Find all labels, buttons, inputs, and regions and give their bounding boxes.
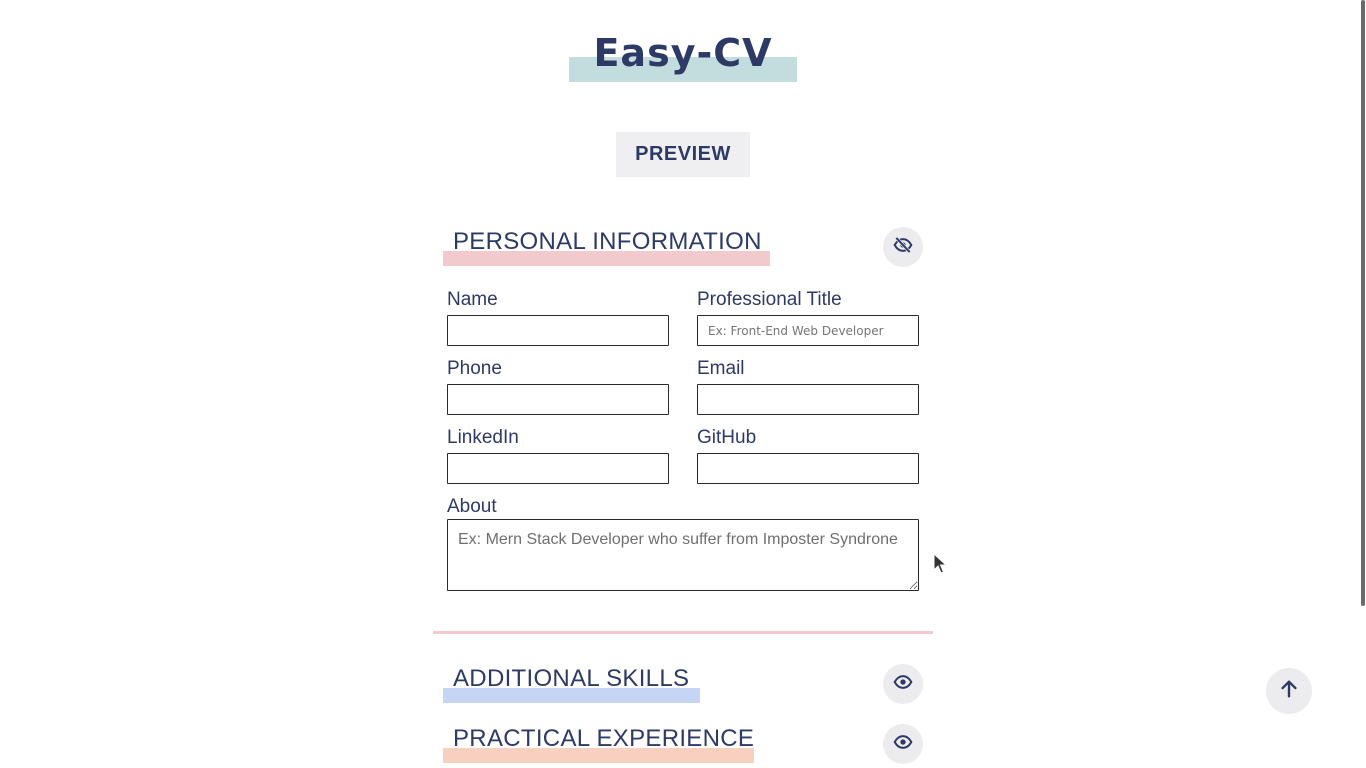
mouse-cursor-icon — [933, 552, 948, 580]
eye-icon — [893, 672, 913, 697]
section-header-skills: ADDITIONAL SKILLS — [443, 663, 700, 703]
section-header-experience: PRACTICAL EXPERIENCE — [443, 723, 754, 763]
email-label: Email — [697, 358, 745, 379]
linkedin-label: LinkedIn — [447, 427, 519, 448]
email-input[interactable] — [697, 384, 919, 415]
phone-input[interactable] — [447, 384, 669, 415]
section-divider — [433, 631, 933, 634]
section-title-skills: ADDITIONAL SKILLS — [453, 665, 690, 692]
scroll-to-top-button[interactable] — [1266, 668, 1312, 714]
toggle-experience-button[interactable] — [883, 724, 923, 764]
section-title-experience: PRACTICAL EXPERIENCE — [453, 725, 755, 752]
phone-label: Phone — [447, 358, 502, 379]
preview-button[interactable]: PREVIEW — [616, 132, 750, 177]
arrow-up-icon — [1278, 678, 1300, 705]
github-input[interactable] — [697, 453, 919, 484]
name-label: Name — [447, 289, 498, 310]
professional-title-input[interactable] — [697, 315, 919, 346]
eye-slash-icon — [893, 235, 913, 260]
section-title-personal: PERSONAL INFORMATION — [453, 228, 762, 255]
app-title: Easy-CV — [593, 31, 773, 75]
professional-title-label: Professional Title — [697, 289, 842, 310]
toggle-skills-button[interactable] — [883, 664, 923, 704]
app-title-block: Easy-CV — [569, 30, 797, 82]
about-textarea[interactable] — [447, 519, 919, 591]
github-label: GitHub — [697, 427, 757, 448]
section-header-personal: PERSONAL INFORMATION — [443, 226, 770, 266]
scrollbar-thumb[interactable] — [1361, 0, 1365, 606]
eye-icon — [893, 732, 913, 757]
about-label: About — [447, 496, 497, 517]
page: Easy-CV PREVIEW PERSONAL INFORMATION Nam… — [0, 0, 1366, 768]
linkedin-input[interactable] — [447, 453, 669, 484]
toggle-personal-button[interactable] — [883, 227, 923, 267]
name-input[interactable] — [447, 315, 669, 346]
